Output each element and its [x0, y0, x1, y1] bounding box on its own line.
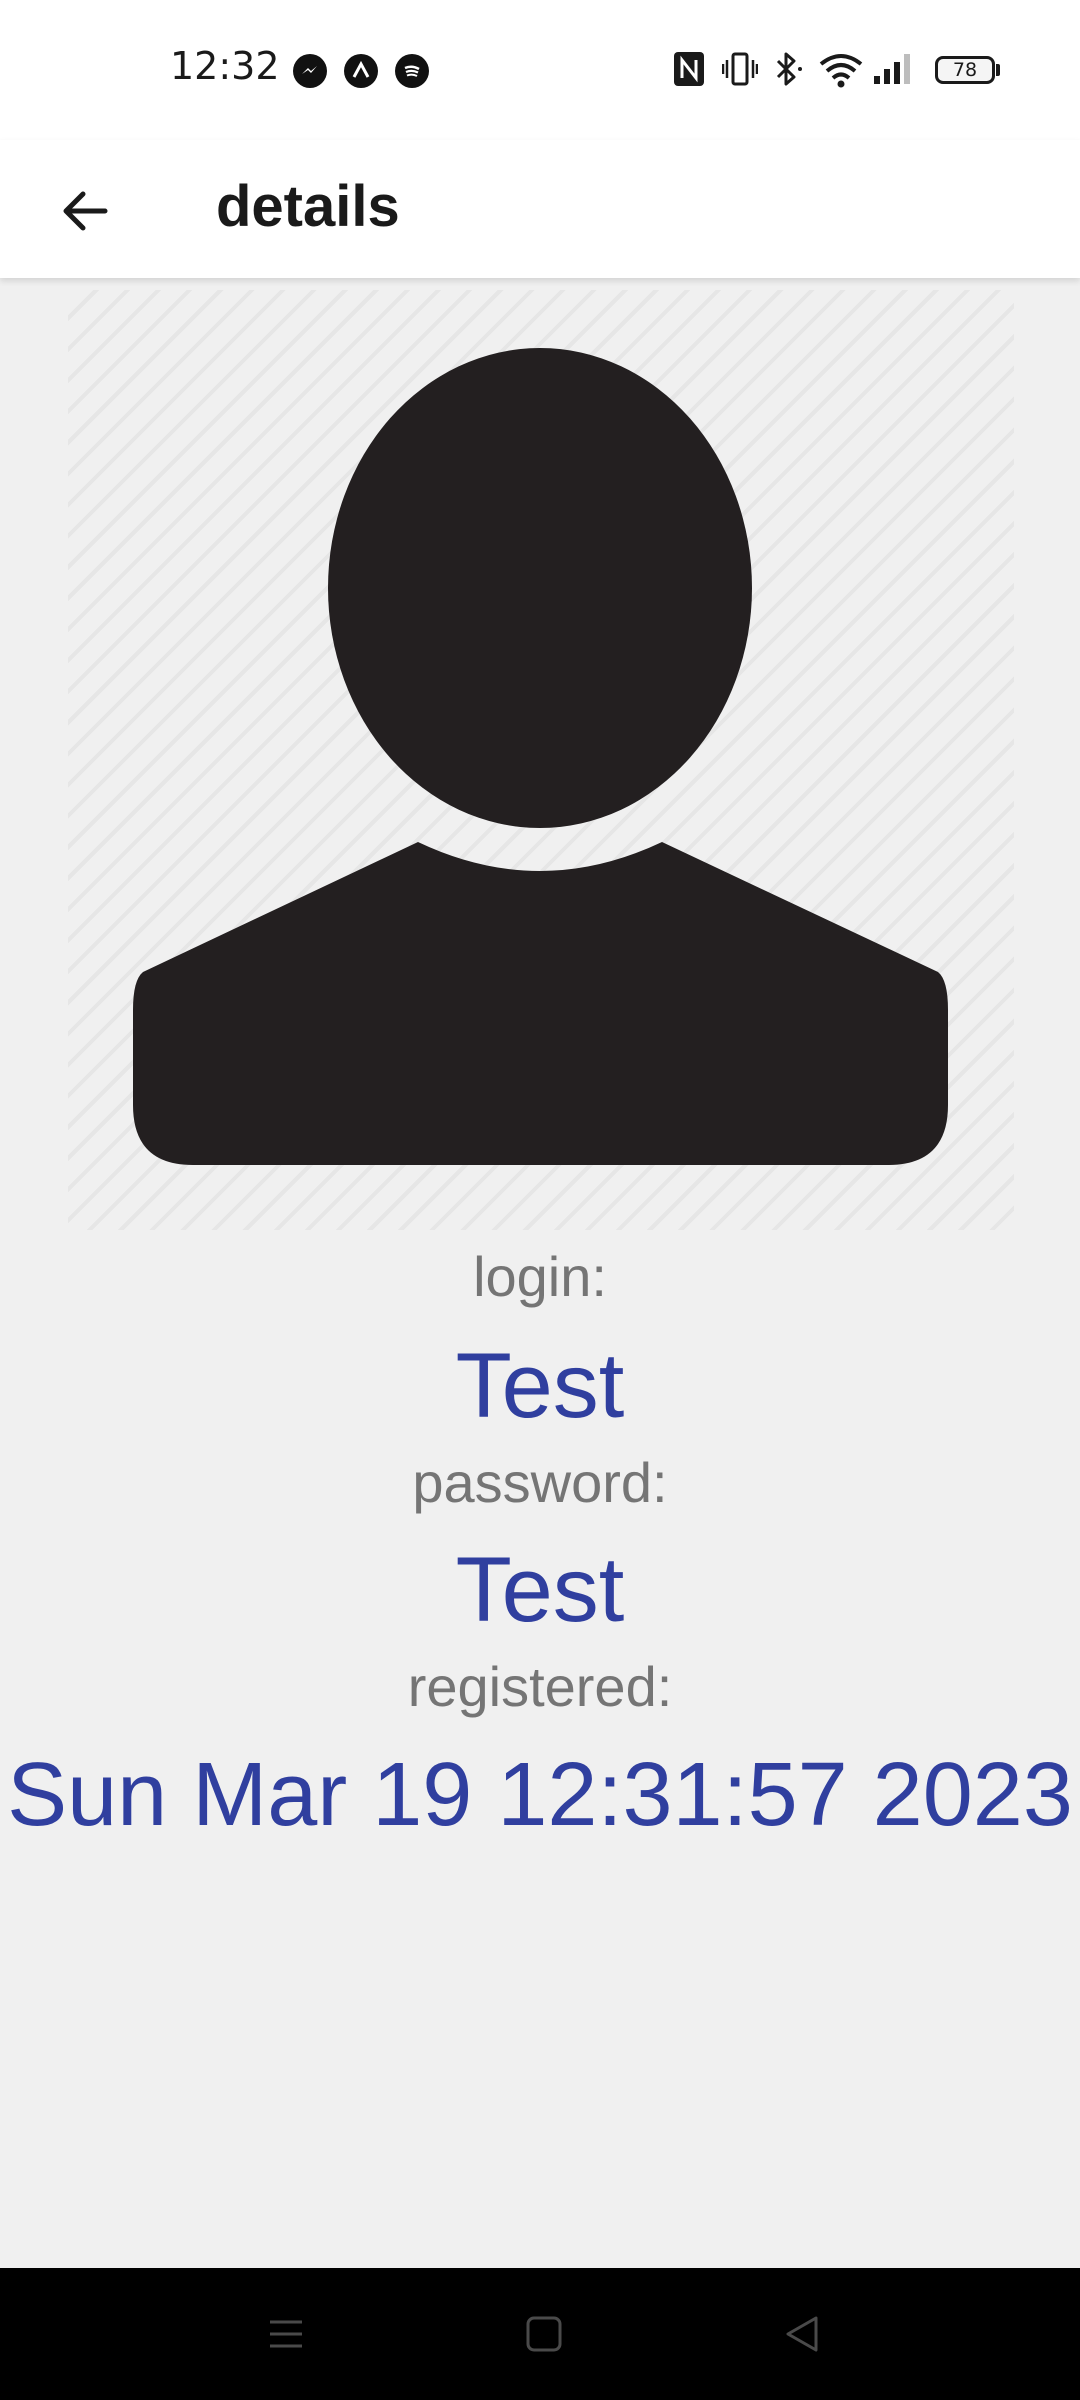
login-value: Test	[455, 1335, 625, 1437]
back-button[interactable]	[40, 166, 130, 256]
battery-cap	[996, 64, 1000, 76]
avatar-image	[68, 290, 1014, 1230]
registered-value: Sun Mar 19 12:31:57 2023	[7, 1745, 1073, 1845]
vibrate-icon	[721, 50, 759, 93]
wifi-icon	[818, 50, 864, 93]
menu-icon	[270, 2320, 302, 2348]
menu-button[interactable]	[256, 2304, 316, 2364]
app-bar: details	[0, 140, 1080, 278]
nfc-icon	[672, 50, 706, 93]
arrow-left-icon	[63, 191, 108, 231]
back-triangle-icon	[786, 2316, 818, 2352]
messenger-icon	[293, 54, 327, 88]
arc-icon	[344, 54, 378, 88]
navigation-bar	[0, 2268, 1080, 2400]
home-icon	[526, 2316, 562, 2352]
spotify-icon	[395, 54, 429, 88]
battery-indicator: 78	[935, 56, 995, 84]
status-bar: 12:32 78	[0, 0, 1080, 140]
signal-icon	[870, 50, 920, 93]
registered-label: registered:	[407, 1655, 673, 1718]
bluetooth-icon	[770, 50, 806, 93]
password-value: Test	[455, 1539, 625, 1641]
page-title: details	[216, 174, 400, 239]
password-label: password:	[412, 1451, 668, 1514]
status-time: 12:32	[170, 44, 280, 88]
person-placeholder-icon	[133, 348, 948, 1165]
home-button[interactable]	[514, 2304, 574, 2364]
nav-back-button[interactable]	[772, 2304, 832, 2364]
login-label: login:	[473, 1245, 607, 1308]
